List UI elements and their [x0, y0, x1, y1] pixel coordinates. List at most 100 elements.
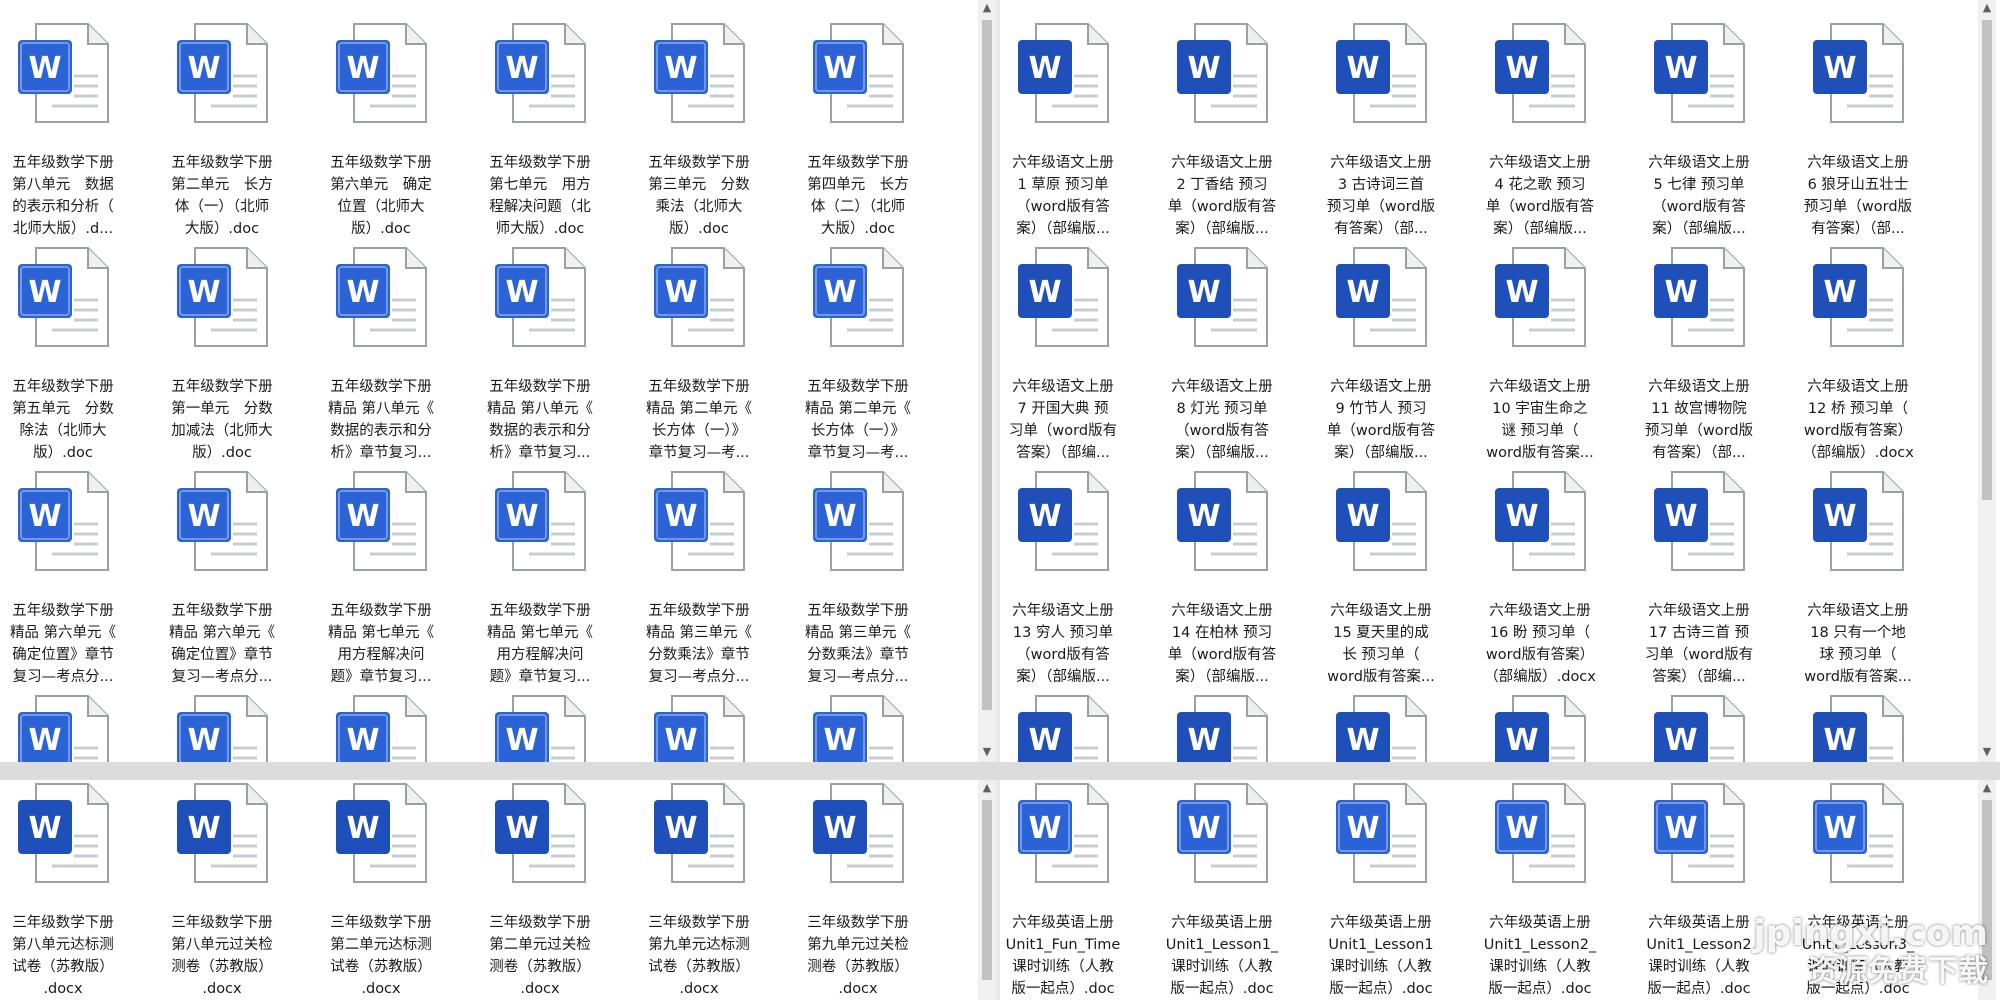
file-item[interactable]: W 五年级数学下册 第五单元 分数 除法（北师大 版）.doc [0, 242, 138, 464]
file-item[interactable]: W 五年级数学下册 精品 第二单元《 长方体（一）》 章节复习—考... [624, 242, 774, 464]
file-item[interactable]: W 六年级语文上册 6 狼牙山五壮士 预习单（word版 有答案）（部... [1783, 18, 1933, 240]
pane-bottom-left: W 三年级数学下册 第八单元达标测 试卷（苏教版） .docx W 三年级数学下册 第… [0, 780, 978, 1000]
file-item[interactable]: W 五年级数学下册 第三单元 分数 乘法（北师大 版）.doc [624, 18, 774, 240]
scroll-down-arrow[interactable]: ▼ [978, 746, 996, 758]
file-item[interactable]: W 五年级数学下册 精品 第八单元《 数据的表示和分 析》章节复习... [306, 242, 456, 464]
file-item[interactable]: W 三年级数学下册 第九单元达标测 试卷（苏教版） .docx [624, 780, 774, 1000]
file-item[interactable]: W 六年级英语上册 Unit1_Lesson1 课时训练（人教 版一起点）.doc [1306, 780, 1456, 1000]
word-document-icon: W [1644, 690, 1754, 762]
file-item[interactable]: W [783, 690, 933, 762]
scroll-up-arrow[interactable]: ▲ [978, 782, 996, 794]
file-item[interactable]: W 六年级语文上册 3 古诗词三首 预习单（word版 有答案）（部... [1306, 18, 1456, 240]
file-item[interactable]: W 六年级语文上册 5 七律 预习单 （word版有答 案）（部编版... [1624, 18, 1774, 240]
scroll-up-arrow[interactable]: ▲ [1978, 782, 1996, 794]
file-item[interactable]: W 六年级语文上册 9 竹节人 预习 单（word版有答 案）（部编版... [1306, 242, 1456, 464]
file-item[interactable]: W 六年级语文上册 7 开国大典 预 习单（word版有 答案）（部编... [1000, 242, 1138, 464]
scrollbar-top-right[interactable]: ▲ ▼ [1978, 0, 1996, 762]
file-item[interactable]: W 六年级语文上册 1 草原 预习单 （word版有答 案）（部编版... [1000, 18, 1138, 240]
file-item[interactable]: W 六年级语文上册 17 古诗三首 预 习单（word版有 答案）（部编... [1624, 466, 1774, 688]
file-item[interactable]: W 三年级数学下册 第八单元过关检 测卷（苏教版） .docx [147, 780, 297, 1000]
file-item[interactable]: W 六年级语文上册 16 盼 预习单（ word版有答案） （部编版）.docx [1465, 466, 1615, 688]
word-document-icon: W [1803, 780, 1913, 888]
scrollbar-bottom-left[interactable]: ▲ [978, 780, 996, 1000]
file-item[interactable]: W 三年级数学下册 第九单元过关检 测卷（苏教版） .docx [783, 780, 933, 1000]
word-document-icon: W [1803, 466, 1913, 576]
svg-text:W: W [1664, 723, 1697, 758]
word-document-icon: W [1167, 242, 1277, 352]
svg-text:W: W [1823, 275, 1856, 310]
file-item[interactable]: W 五年级数学下册 第六单元 确定 位置（北师大 版）.doc [306, 18, 456, 240]
file-item[interactable]: W 六年级语文上册 4 花之歌 预习 单（word版有答 案）（部编版... [1465, 18, 1615, 240]
word-document-icon: W [1008, 18, 1118, 128]
file-item[interactable]: W 五年级数学下册 精品 第六单元《 确定位置》章节 复习—考点分... [147, 466, 297, 688]
word-document-icon: W [1008, 780, 1118, 888]
file-item[interactable]: W 五年级数学下册 第八单元 数据 的表示和分析（ 北师大版）.d... [0, 18, 138, 240]
file-item[interactable]: W 六年级英语上册 Unit1_Lesson2 课时训练（人教 版一起点）.doc [1624, 780, 1774, 1000]
horizontal-divider[interactable] [0, 762, 2000, 780]
svg-text:W: W [823, 51, 856, 86]
svg-text:W: W [1505, 275, 1538, 310]
word-document-icon: W [167, 242, 277, 352]
file-item[interactable]: W [1000, 690, 1138, 762]
scroll-down-arrow[interactable]: ▼ [1978, 746, 1996, 758]
file-item[interactable]: W [1624, 690, 1774, 762]
file-name-label: 五年级数学下册 第一单元 分数 加减法（北师大 版）.doc [171, 379, 273, 461]
file-item[interactable]: W [1783, 690, 1933, 762]
file-item[interactable]: W 六年级语文上册 12 桥 预习单（ word版有答案） （部编版）.docx [1783, 242, 1933, 464]
file-name-label: 三年级数学下册 第八单元达标测 试卷（苏教版） .docx [12, 915, 114, 997]
file-item[interactable]: W 六年级语文上册 11 故宫博物院 预习单（word版 有答案）（部... [1624, 242, 1774, 464]
file-item[interactable]: W [624, 690, 774, 762]
svg-text:W: W [1664, 811, 1697, 846]
svg-text:W: W [187, 811, 220, 846]
scroll-thumb[interactable] [1982, 20, 1992, 500]
file-item[interactable]: W [0, 690, 138, 762]
scroll-up-arrow[interactable]: ▲ [978, 2, 996, 14]
file-item[interactable]: W 六年级语文上册 8 灯光 预习单 （word版有答 案）（部编版... [1147, 242, 1297, 464]
file-item[interactable]: W [147, 690, 297, 762]
file-item[interactable]: W 五年级数学下册 第七单元 用方 程解决问题（北 师大版）.doc [465, 18, 615, 240]
file-item[interactable]: W [1147, 690, 1297, 762]
file-item[interactable]: W 五年级数学下册 精品 第七单元《 用方程解决问 题》章节复习... [465, 466, 615, 688]
svg-text:W: W [823, 723, 856, 758]
file-item[interactable]: W 五年级数学下册 精品 第三单元《 分数乘法》章节 复习—考点分... [783, 466, 933, 688]
file-item[interactable]: W [1465, 690, 1615, 762]
file-item[interactable]: W 五年级数学下册 第一单元 分数 加减法（北师大 版）.doc [147, 242, 297, 464]
file-item[interactable]: W 六年级英语上册 Unit1_Fun_Time 课时训练（人教 版一起点）.do… [1000, 780, 1138, 1000]
file-item[interactable]: W 六年级语文上册 18 只有一个地 球 预习单（ word版有答案... [1783, 466, 1933, 688]
file-item[interactable]: W 五年级数学下册 第四单元 长方 体（二）（北师 大版）.doc [783, 18, 933, 240]
file-item[interactable]: W 六年级语文上册 15 夏天里的成 长 预习单（ word版有答案... [1306, 466, 1456, 688]
watermark-line2: 资源免费下载 [1808, 954, 1988, 989]
file-item[interactable]: W 六年级语文上册 13 穷人 预习单 （word版有答 案）（部编版... [1000, 466, 1138, 688]
file-item[interactable]: W 五年级数学下册 精品 第八单元《 数据的表示和分 析》章节复习... [465, 242, 615, 464]
file-item[interactable]: W [1306, 690, 1456, 762]
file-item[interactable]: W 五年级数学下册 精品 第六单元《 确定位置》章节 复习—考点分... [0, 466, 138, 688]
file-item[interactable]: W 三年级数学下册 第二单元过关检 测卷（苏教版） .docx [465, 780, 615, 1000]
file-item[interactable]: W 六年级英语上册 Unit1_Lesson1_ 课时训练（人教 版一起点）.do… [1147, 780, 1297, 1000]
scrollbar-top-left[interactable]: ▲ ▼ [978, 0, 996, 762]
file-item[interactable]: W 六年级英语上册 Unit1_Lesson2_ 课时训练（人教 版一起点）.do… [1465, 780, 1615, 1000]
file-item[interactable]: W 五年级数学下册 精品 第七单元《 用方程解决问 题》章节复习... [306, 466, 456, 688]
word-document-icon: W [1167, 780, 1277, 888]
scroll-thumb[interactable] [982, 20, 992, 710]
scroll-up-arrow[interactable]: ▲ [1978, 2, 1996, 14]
svg-text:W: W [1187, 723, 1220, 758]
file-item[interactable]: W 六年级语文上册 2 丁香结 预习 单（word版有答 案）（部编版... [1147, 18, 1297, 240]
word-document-icon: W [8, 780, 118, 888]
file-item[interactable]: W 三年级数学下册 第二单元达标测 试卷（苏教版） .docx [306, 780, 456, 1000]
file-item[interactable]: W [465, 690, 615, 762]
file-item[interactable]: W 五年级数学下册 第二单元 长方 体（一）（北师 大版）.doc [147, 18, 297, 240]
word-document-icon: W [8, 466, 118, 576]
svg-text:W: W [346, 499, 379, 534]
file-name-label: 六年级英语上册 Unit1_Fun_Time 课时训练（人教 版一起点）.doc [1005, 915, 1121, 997]
file-name-label: 五年级数学下册 精品 第八单元《 数据的表示和分 析》章节复习... [486, 379, 594, 461]
scroll-thumb[interactable] [982, 800, 992, 980]
file-name-label: 六年级语文上册 16 盼 预习单（ word版有答案） （部编版）.docx [1484, 603, 1596, 685]
file-item[interactable]: W 六年级语文上册 14 在柏林 预习 单（word版有答 案）（部编版... [1147, 466, 1297, 688]
file-item[interactable]: W 六年级语文上册 10 宇宙生命之 谜 预习单（ word版有答案... [1465, 242, 1615, 464]
file-item[interactable]: W 三年级数学下册 第八单元达标测 试卷（苏教版） .docx [0, 780, 138, 1000]
file-name-label: 三年级数学下册 第二单元达标测 试卷（苏教版） .docx [330, 915, 432, 997]
file-item[interactable]: W 五年级数学下册 精品 第二单元《 长方体（一）》 章节复习—考... [783, 242, 933, 464]
svg-text:W: W [187, 51, 220, 86]
file-item[interactable]: W 五年级数学下册 精品 第三单元《 分数乘法》章节 复习—考点分... [624, 466, 774, 688]
file-item[interactable]: W [306, 690, 456, 762]
